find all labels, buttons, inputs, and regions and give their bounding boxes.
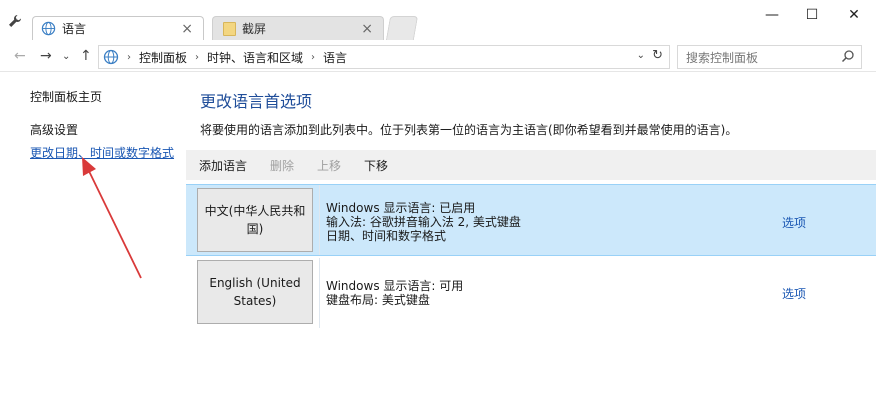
minimize-button[interactable]: — bbox=[752, 4, 792, 26]
chevron-right-icon: › bbox=[127, 51, 131, 63]
row-divider bbox=[319, 258, 320, 328]
close-icon: ✕ bbox=[848, 7, 860, 23]
display-language-status: Windows 显示语言: 已启用 bbox=[326, 201, 476, 215]
date-format-status: 日期、时间和数字格式 bbox=[326, 229, 447, 243]
chevron-right-icon[interactable]: › bbox=[195, 52, 199, 63]
move-down-button[interactable]: 下移 bbox=[364, 157, 388, 174]
language-row-english[interactable]: English (United States) Windows 显示语言: 可用… bbox=[186, 258, 876, 328]
address-bar: ← → ⌄ ↑ › 控制面板 › 时钟、语言和区域 › 语言 ⌄ ↻ 搜索控制面… bbox=[0, 42, 876, 72]
breadcrumb-clock-language-region[interactable]: 时钟、语言和区域 bbox=[207, 49, 303, 66]
refresh-icon[interactable]: ↻ bbox=[652, 48, 663, 63]
up-arrow-icon[interactable]: ↑ bbox=[80, 48, 92, 64]
language-name-button[interactable]: 中文(中华人民共和国) bbox=[197, 188, 313, 252]
search-icon[interactable] bbox=[841, 49, 855, 63]
breadcrumb-language[interactable]: 语言 bbox=[323, 49, 347, 66]
minimize-icon: — bbox=[765, 7, 779, 23]
page-title: 更改语言首选项 bbox=[200, 92, 313, 111]
search-input[interactable]: 搜索控制面板 bbox=[677, 45, 862, 69]
language-name-button[interactable]: English (United States) bbox=[197, 260, 313, 324]
back-arrow-icon[interactable]: ← bbox=[14, 48, 26, 64]
address-dropdown-icon[interactable]: ⌄ bbox=[637, 50, 645, 61]
tab-label: 截屏 bbox=[242, 22, 267, 36]
display-language-status: Windows 显示语言: 可用 bbox=[326, 279, 464, 293]
remove-language-button[interactable]: 删除 bbox=[270, 157, 294, 174]
search-placeholder: 搜索控制面板 bbox=[686, 50, 759, 65]
language-info: Windows 显示语言: 已启用 输入法: 谷歌拼音输入法 2, 美式键盘 日… bbox=[326, 201, 521, 243]
title-bar: 语言 × 截屏 × — ☐ ✕ bbox=[0, 0, 876, 42]
wrench-icon[interactable] bbox=[8, 14, 22, 28]
tab-screenshot[interactable]: 截屏 × bbox=[212, 16, 384, 40]
change-date-time-format-link[interactable]: 更改日期、时间或数字格式 bbox=[30, 144, 174, 161]
options-link[interactable]: 选项 bbox=[782, 214, 806, 231]
chevron-down-icon[interactable]: ⌄ bbox=[62, 51, 70, 62]
language-info: Windows 显示语言: 可用 键盘布局: 美式键盘 bbox=[326, 279, 463, 307]
globe-icon bbox=[41, 21, 56, 36]
control-panel-home-link[interactable]: 控制面板主页 bbox=[30, 88, 102, 105]
close-tab-icon[interactable]: × bbox=[361, 21, 373, 37]
breadcrumb-control-panel[interactable]: 控制面板 bbox=[139, 49, 187, 66]
chevron-right-icon[interactable]: › bbox=[311, 52, 315, 63]
page-description: 将要使用的语言添加到此列表中。位于列表第一位的语言为主语言(即你希望看到并最常使… bbox=[200, 123, 738, 137]
add-language-button[interactable]: 添加语言 bbox=[199, 157, 247, 174]
close-window-button[interactable]: ✕ bbox=[834, 4, 874, 26]
row-divider bbox=[319, 185, 320, 255]
language-toolbar: 添加语言 删除 上移 下移 bbox=[186, 150, 876, 180]
language-row-chinese[interactable]: 中文(中华人民共和国) Windows 显示语言: 已启用 输入法: 谷歌拼音输… bbox=[186, 184, 876, 256]
maximize-button[interactable]: ☐ bbox=[792, 4, 832, 26]
address-box[interactable]: › 控制面板 › 时钟、语言和区域 › 语言 ⌄ ↻ bbox=[98, 45, 670, 69]
tab-language[interactable]: 语言 × bbox=[32, 16, 204, 40]
control-panel-icon bbox=[103, 49, 119, 65]
new-tab-button[interactable] bbox=[385, 16, 419, 40]
left-nav: 控制面板主页 高级设置 更改日期、时间或数字格式 bbox=[0, 72, 186, 400]
options-link[interactable]: 选项 bbox=[782, 285, 806, 302]
tab-label: 语言 bbox=[62, 22, 87, 36]
close-tab-icon[interactable]: × bbox=[181, 21, 193, 37]
forward-arrow-icon[interactable]: → bbox=[40, 48, 52, 64]
input-method-status: 输入法: 谷歌拼音输入法 2, 美式键盘 bbox=[326, 215, 521, 229]
advanced-settings-link[interactable]: 高级设置 bbox=[30, 121, 78, 138]
maximize-icon: ☐ bbox=[805, 7, 819, 23]
move-up-button[interactable]: 上移 bbox=[317, 157, 341, 174]
folder-icon bbox=[223, 21, 236, 36]
keyboard-layout-status: 键盘布局: 美式键盘 bbox=[326, 293, 430, 307]
